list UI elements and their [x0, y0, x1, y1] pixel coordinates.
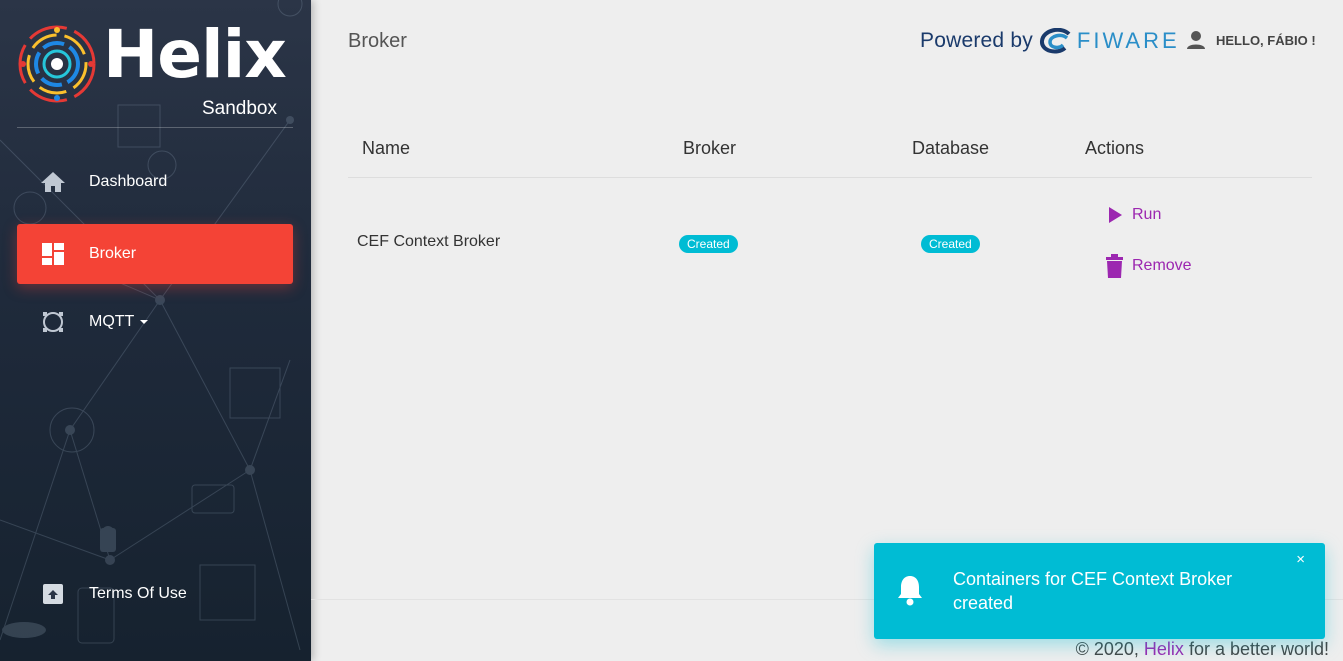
- notification-message: Containers for CEF Context Broker create…: [953, 569, 1233, 613]
- remove-button[interactable]: Remove: [1105, 254, 1192, 278]
- sidebar-item-dashboard[interactable]: Dashboard: [17, 152, 293, 212]
- copyright-prefix: © 2020,: [1075, 639, 1139, 659]
- sidebar-item-broker[interactable]: Broker: [17, 224, 293, 284]
- column-header-name: Name: [362, 138, 411, 158]
- broker-name: CEF Context Broker: [357, 233, 501, 250]
- logo-text: Helix: [103, 16, 287, 93]
- user-greeting: HELLO, FÁBIO !: [1216, 32, 1316, 48]
- remove-label: Remove: [1132, 257, 1192, 274]
- fiware-brand-text: FIWARE: [1076, 28, 1180, 53]
- dashboard-grid-icon: [17, 242, 89, 266]
- sidebar-item-mqtt[interactable]: MQTT: [17, 292, 293, 352]
- copyright: © 2020, Helix for a better world!: [1076, 639, 1329, 660]
- person-icon: [1187, 31, 1205, 49]
- user-menu[interactable]: HELLO, FÁBIO !: [1186, 30, 1316, 50]
- home-icon: [17, 171, 89, 193]
- sidebar-item-terms-of-use[interactable]: Terms Of Use: [17, 564, 293, 624]
- powered-by-fiware[interactable]: Powered by FIWARE: [920, 28, 1180, 54]
- fiware-wave-icon: [1039, 28, 1071, 54]
- broker-status-cell: Created: [679, 235, 738, 253]
- page-title: Broker: [348, 30, 407, 52]
- close-icon[interactable]: ×: [1296, 551, 1305, 568]
- notification-toast: Containers for CEF Context Broker create…: [874, 543, 1325, 639]
- column-header-database: Database: [912, 138, 990, 158]
- broker-table: Name Broker Database Actions CEF Context…: [348, 120, 1312, 298]
- sidebar-item-label: Dashboard: [89, 173, 168, 190]
- sidebar-item-label: Terms Of Use: [89, 585, 187, 602]
- sidebar-item-label: MQTT: [89, 313, 135, 330]
- status-badge: Created: [679, 235, 738, 253]
- chevron-down-icon: [140, 320, 149, 324]
- archive-box-icon: [17, 583, 89, 605]
- mqtt-circle-icon: [17, 310, 89, 334]
- column-header-actions: Actions: [1085, 138, 1145, 158]
- helix-logo-icon: [18, 25, 96, 103]
- status-badge: Created: [921, 235, 980, 253]
- table-header: Name Broker Database Actions: [348, 120, 1312, 178]
- run-label: Run: [1132, 206, 1162, 223]
- copyright-suffix: for a better world!: [1188, 639, 1329, 659]
- trash-icon: [1106, 254, 1123, 278]
- table-row: CEF Context Broker Created Created Run R…: [348, 178, 1312, 298]
- bell-icon: [898, 576, 922, 606]
- logo-subtitle: Sandbox: [201, 98, 277, 119]
- helix-footer-link[interactable]: Helix: [1144, 639, 1184, 659]
- run-button[interactable]: Run: [1106, 206, 1161, 224]
- sidebar: Helix Sandbox Dashboard Broker MQTT Term…: [0, 0, 311, 661]
- database-status-cell: Created: [921, 235, 980, 253]
- play-icon: [1109, 207, 1122, 223]
- column-header-broker: Broker: [683, 138, 737, 158]
- powered-by-text: Powered by: [920, 29, 1033, 52]
- sidebar-item-label: Broker: [89, 245, 137, 262]
- logo-area[interactable]: Helix Sandbox: [17, 16, 293, 128]
